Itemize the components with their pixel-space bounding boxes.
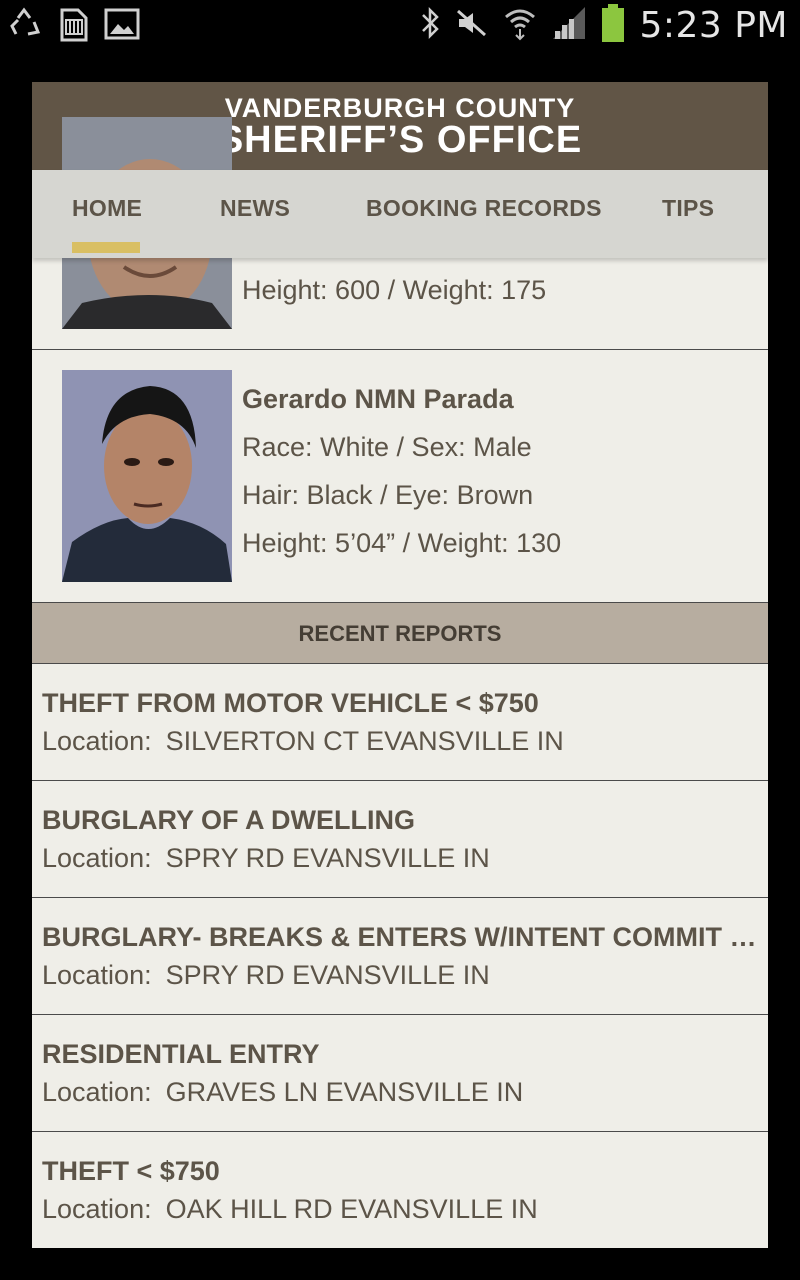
system-icons: 5:23 PM bbox=[419, 4, 788, 47]
tab-tips[interactable]: TIPS bbox=[662, 170, 714, 258]
report-location: SILVERTON CT EVANSVILLE IN bbox=[165, 726, 564, 756]
report-title: BURGLARY- BREAKS & ENTERS W/INTENT COMMI… bbox=[42, 922, 758, 952]
mugshot-photo bbox=[62, 370, 232, 582]
booking-hair-eye: Hair: Black / Eye: Brown bbox=[242, 480, 534, 510]
report-location-label: Location: bbox=[42, 1077, 152, 1107]
booking-record[interactable]: Gerardo NMN Parada Race: White / Sex: Ma… bbox=[32, 350, 768, 603]
report-location: SPRY RD EVANSVILLE IN bbox=[165, 843, 490, 873]
image-icon bbox=[104, 6, 140, 42]
report-location-label: Location: bbox=[42, 960, 152, 990]
mute-icon bbox=[455, 5, 489, 46]
recycle-icon bbox=[8, 6, 42, 42]
booking-height-weight: Height: 5’04” / Weight: 130 bbox=[242, 528, 562, 558]
report-location: SPRY RD EVANSVILLE IN bbox=[165, 960, 490, 990]
sd-card-icon bbox=[56, 6, 90, 42]
battery-icon bbox=[601, 4, 625, 47]
tab-news[interactable]: NEWS bbox=[220, 170, 290, 258]
report-item[interactable]: BURGLARY OF A DWELLING Location: SPRY RD … bbox=[32, 781, 768, 898]
report-location-label: Location: bbox=[42, 726, 152, 756]
notification-icons bbox=[8, 6, 140, 42]
bluetooth-icon bbox=[419, 5, 441, 46]
wifi-icon bbox=[503, 5, 537, 46]
recent-reports-header: RECENT REPORTS bbox=[32, 603, 768, 664]
report-title: THEFT < $750 bbox=[42, 1156, 220, 1186]
booking-race-sex: Race: White / Sex: Male bbox=[242, 432, 532, 462]
report-item[interactable]: THEFT FROM MOTOR VEHICLE < $750 Location… bbox=[32, 664, 768, 781]
report-title: THEFT FROM MOTOR VEHICLE < $750 bbox=[42, 688, 539, 718]
report-item[interactable]: RESIDENTIAL ENTRY Location: GRAVES LN EVA… bbox=[32, 1015, 768, 1132]
booking-name: Gerardo NMN Parada bbox=[242, 384, 514, 414]
booking-height-weight: Height: 600 / Weight: 175 bbox=[242, 275, 547, 305]
report-item[interactable]: BURGLARY- BREAKS & ENTERS W/INTENT COMMI… bbox=[32, 898, 768, 1015]
report-title: BURGLARY OF A DWELLING bbox=[42, 805, 415, 835]
main-nav: HOME NEWS BOOKING RECORDS TIPS bbox=[32, 170, 768, 258]
report-location-label: Location: bbox=[42, 843, 152, 873]
status-clock: 5:23 PM bbox=[639, 5, 788, 46]
report-item[interactable]: THEFT < $750 Location: OAK HILL RD EVANSV… bbox=[32, 1132, 768, 1248]
app-window: VANDERBURGH COUNTY SHERIFF’S OFFICE HOME… bbox=[32, 82, 768, 1248]
status-bar: 5:23 PM bbox=[0, 0, 800, 50]
active-tab-indicator bbox=[72, 242, 140, 253]
report-location-label: Location: bbox=[42, 1194, 152, 1224]
tab-booking-records[interactable]: BOOKING RECORDS bbox=[366, 170, 602, 258]
report-location: OAK HILL RD EVANSVILLE IN bbox=[165, 1194, 538, 1224]
signal-icon bbox=[551, 5, 587, 46]
report-location: GRAVES LN EVANSVILLE IN bbox=[165, 1077, 524, 1107]
report-title: RESIDENTIAL ENTRY bbox=[42, 1039, 320, 1069]
